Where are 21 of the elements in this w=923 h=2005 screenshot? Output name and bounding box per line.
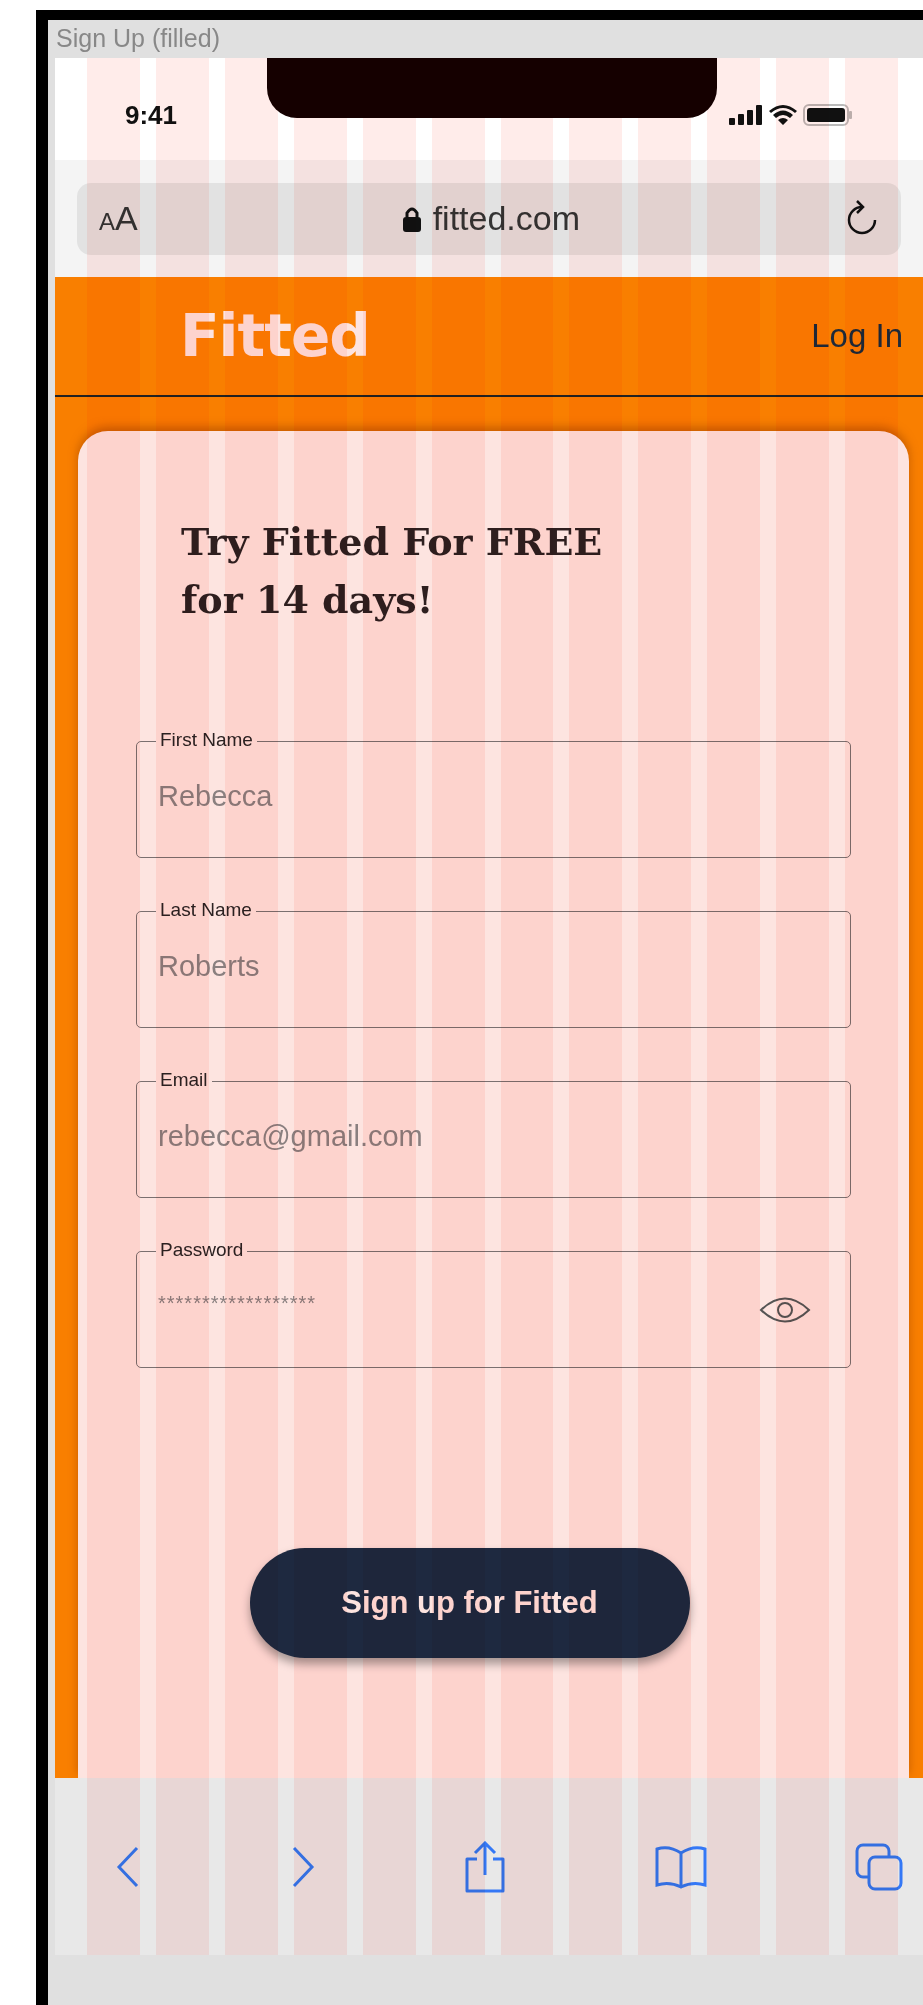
signup-heading: Try Fitted For FREE for 14 days! <box>181 518 604 624</box>
field-value: ****************** <box>158 1290 317 1316</box>
url-text: fitted.com <box>432 198 581 239</box>
battery-icon <box>803 104 853 126</box>
field-value: rebecca@gmail.com <box>158 1118 423 1154</box>
status-time: 9:41 <box>125 98 178 132</box>
frame-title: Sign Up (filled) <box>56 23 220 55</box>
text-size-button[interactable]: AA <box>99 193 138 244</box>
wifi-icon <box>769 105 797 125</box>
bookmarks-icon[interactable] <box>654 1844 707 1889</box>
tabs-icon[interactable] <box>855 1842 903 1891</box>
field-value: Roberts <box>158 948 260 984</box>
back-icon[interactable] <box>115 1845 141 1888</box>
lock-icon <box>402 205 421 232</box>
share-icon[interactable] <box>464 1840 506 1893</box>
signal-icon <box>729 105 763 125</box>
address-bar[interactable]: AA fitted.com <box>77 182 901 255</box>
signup-button[interactable]: Sign up for Fitted <box>249 1548 690 1658</box>
login-link[interactable]: Log In <box>811 311 903 361</box>
eye-icon[interactable] <box>759 1294 811 1325</box>
field-value: Rebecca <box>158 778 273 814</box>
